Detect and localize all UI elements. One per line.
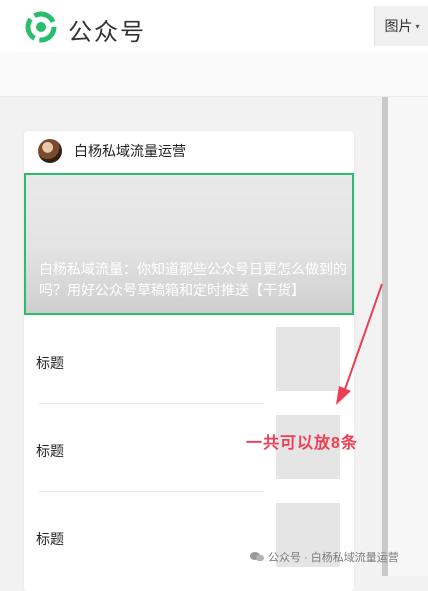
watermark: 公众号 · 白杨私域流量运营	[250, 549, 399, 565]
account-header: 白杨私域流量运营	[38, 139, 186, 163]
image-menu-button[interactable]: 图片 ▾	[374, 6, 428, 46]
wechat-official-account-logo-icon	[25, 11, 57, 43]
article-item[interactable]: 标题	[24, 503, 354, 591]
caret-down-icon: ▾	[415, 21, 420, 31]
article-item-title: 标题	[36, 531, 64, 547]
article-thumbnail	[276, 327, 340, 391]
article-item-title: 标题	[36, 355, 64, 371]
annotation-text: 一共可以放8条	[246, 435, 358, 452]
avatar	[38, 139, 62, 163]
divider	[39, 403, 264, 404]
watermark-text: 公众号 · 白杨私域流量运营	[268, 552, 399, 564]
top-bar: 公众号 图片 ▾	[0, 0, 428, 52]
wechat-icon	[250, 552, 264, 562]
article-item[interactable]: 标题	[24, 327, 354, 415]
account-name: 白杨私域流量运营	[74, 143, 186, 159]
article-item-title: 标题	[36, 443, 64, 459]
divider	[39, 491, 264, 492]
brand-title: 公众号	[68, 19, 146, 46]
article-preview-card: 白杨私域流量运营 白杨私域流量：你知道那些公众号日更怎么做到的吗？用好公众号草稿…	[24, 131, 354, 591]
featured-article-title: 白杨私域流量：你知道那些公众号日更怎么做到的吗？用好公众号草稿箱和定时推送【干货…	[39, 261, 347, 298]
image-menu-label: 图片	[384, 18, 413, 34]
sub-toolbar	[0, 52, 428, 97]
featured-article[interactable]: 白杨私域流量：你知道那些公众号日更怎么做到的吗？用好公众号草稿箱和定时推送【干货…	[24, 173, 354, 315]
right-panel	[388, 97, 428, 576]
